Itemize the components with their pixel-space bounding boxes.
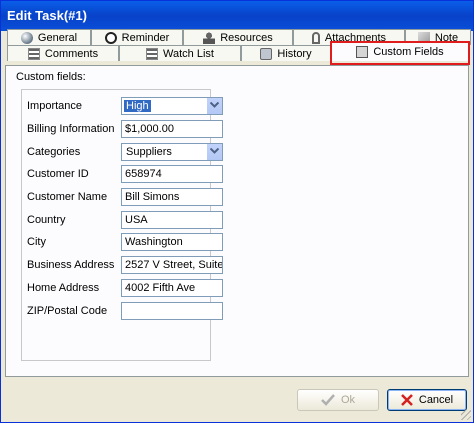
customer-id-field[interactable]: 658974 <box>121 165 223 183</box>
checkmark-icon <box>321 394 335 406</box>
comments-icon <box>27 47 40 60</box>
select-value: High <box>124 100 151 112</box>
tab-comments[interactable]: Comments <box>7 45 119 61</box>
field-label: Categories <box>27 146 81 158</box>
field-label: Billing Information <box>27 123 115 135</box>
importance-select[interactable]: High <box>121 97 223 115</box>
cancel-label: Cancel <box>418 394 454 406</box>
tab-reminder[interactable]: Reminder <box>91 29 183 45</box>
ok-button[interactable]: Ok <box>297 389 379 411</box>
field-label: ZIP/Postal Code <box>27 305 108 317</box>
window-title: Edit Task(#1) <box>7 8 87 23</box>
paperclip-icon <box>311 31 320 44</box>
person-icon <box>203 31 216 44</box>
tab-label: Watch List <box>163 47 214 60</box>
title-bar[interactable]: Edit Task(#1) <box>1 1 473 31</box>
tab-label: Reminder <box>121 31 170 44</box>
field-row-business-address: Business Address 2527 V Street, Suite 25 <box>22 256 232 274</box>
customer-name-field[interactable]: Bill Simons <box>121 188 223 206</box>
field-row-customer-id: Customer ID 658974 <box>22 165 232 183</box>
dropdown-button[interactable] <box>206 144 222 160</box>
field-label: Business Address <box>27 259 115 271</box>
section-label: Custom fields: <box>16 71 86 83</box>
tab-label: History <box>277 47 312 60</box>
zip-postal-code-field[interactable] <box>121 302 223 320</box>
select-value: Suppliers <box>126 146 172 158</box>
field-row-country: Country USA <box>22 211 232 229</box>
resize-grip-icon[interactable] <box>461 410 471 420</box>
tab-label: Resources <box>220 31 273 44</box>
highlight-box <box>330 41 470 65</box>
tab-label: Comments <box>44 47 99 60</box>
dropdown-button[interactable] <box>206 98 222 114</box>
watch-list-icon <box>146 47 159 60</box>
business-address-field[interactable]: 2527 V Street, Suite 25 <box>121 256 223 274</box>
tab-history[interactable]: History <box>241 45 331 61</box>
fields-group: Importance High Billing Information $1,0… <box>21 89 223 361</box>
close-icon <box>400 394 413 406</box>
field-row-billing: Billing Information $1,000.00 <box>22 120 232 138</box>
field-label: City <box>27 236 46 248</box>
home-address-field[interactable]: 4002 Fifth Ave <box>121 279 223 297</box>
edit-task-window: Edit Task(#1) General Reminder Resources… <box>0 0 474 423</box>
history-icon <box>260 47 273 60</box>
field-row-importance: Importance High <box>22 97 232 115</box>
country-field[interactable]: USA <box>121 211 223 229</box>
field-row-zip: ZIP/Postal Code <box>22 302 232 320</box>
cancel-button[interactable]: Cancel <box>387 389 467 411</box>
tab-resources[interactable]: Resources <box>183 29 293 45</box>
field-row-city: City Washington <box>22 233 232 251</box>
chevron-down-icon <box>210 102 219 108</box>
field-label: Customer Name <box>27 191 108 203</box>
field-row-categories: Categories Suppliers <box>22 143 232 161</box>
field-label: Importance <box>27 100 83 112</box>
alarm-clock-icon <box>104 31 117 44</box>
tab-watch-list[interactable]: Watch List <box>119 45 241 61</box>
ok-label: Ok <box>340 394 356 406</box>
tab-label: General <box>37 31 78 44</box>
chevron-down-icon <box>210 148 219 154</box>
city-field[interactable]: Washington <box>121 233 223 251</box>
tab-general[interactable]: General <box>7 29 91 45</box>
field-label: Customer ID <box>27 168 89 180</box>
globe-icon <box>20 31 33 44</box>
field-row-home-address: Home Address 4002 Fifth Ave <box>22 279 232 297</box>
categories-select[interactable]: Suppliers <box>121 143 223 161</box>
field-row-customer-name: Customer Name Bill Simons <box>22 188 232 206</box>
field-label: Country <box>27 214 66 226</box>
billing-information-field[interactable]: $1,000.00 <box>121 120 223 138</box>
field-label: Home Address <box>27 282 100 294</box>
